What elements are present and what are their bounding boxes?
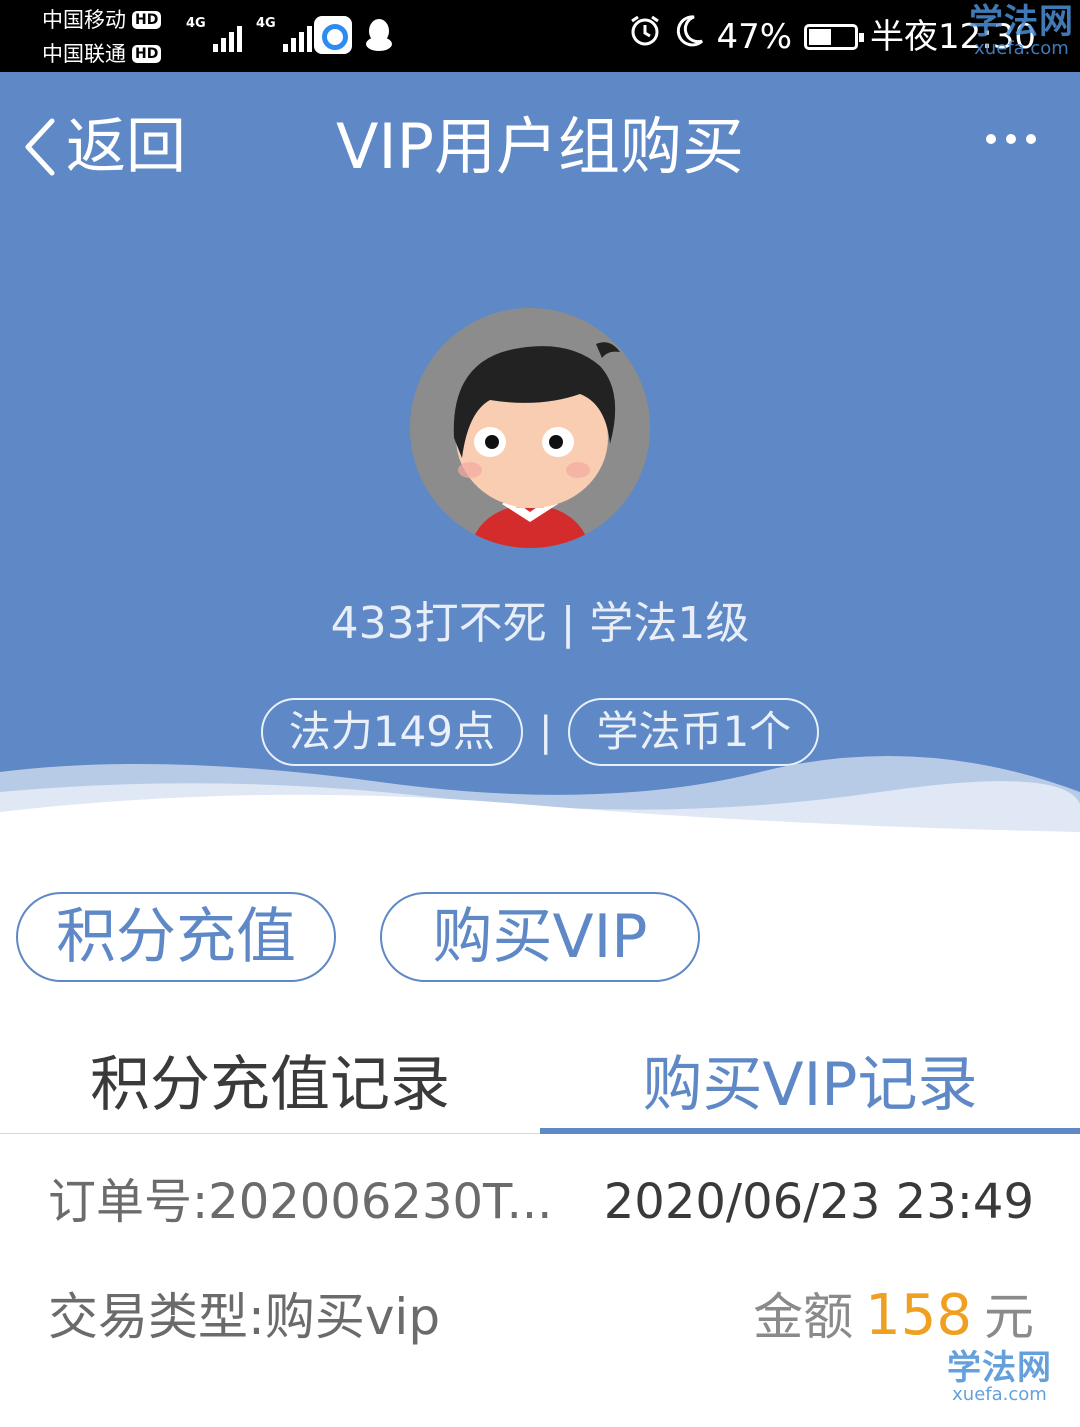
avatar[interactable] (410, 308, 650, 548)
amount: 金额 158 元 (753, 1284, 1034, 1349)
browser-app-icon (314, 16, 352, 54)
record-tabs: 积分充值记录 购买VIP记录 (0, 1040, 1080, 1134)
carrier-1-name: 中国移动 (42, 8, 126, 32)
battery-icon (804, 23, 865, 50)
hd-badge: HD (132, 11, 162, 29)
watermark-url: xuefa.com (952, 1384, 1047, 1405)
signal-icon: 4G (186, 14, 242, 52)
watermark-text: 学法网 (969, 2, 1074, 42)
watermark-text: 学法网 (947, 1348, 1052, 1388)
order-time: 2020/06/23 23:49 (603, 1174, 1034, 1230)
trade-type: 交易类型:购买vip (48, 1288, 441, 1346)
page-title: VIP用户组购买 (335, 110, 745, 183)
amount-value: 158 (865, 1283, 972, 1348)
signal-icon: 4G (256, 14, 312, 52)
carrier-2: 中国联通 HD (42, 42, 162, 66)
amount-unit: 元 (984, 1288, 1034, 1346)
network-type-label: 4G (256, 16, 276, 31)
alarm-icon (628, 14, 662, 59)
list-item[interactable]: 订单号:202006230T... 2020/06/23 23:49 交易类型:… (0, 1134, 1080, 1374)
status-bar: 中国移动 HD 中国联通 HD 4G 4G 47% 半夜12:30 (0, 0, 1080, 72)
tab-vip-records[interactable]: 购买VIP记录 (540, 1040, 1080, 1134)
user-name-level: 433打不死 | 学法1级 (330, 598, 750, 649)
order-number: 订单号:202006230T... (48, 1174, 553, 1230)
signal-group: 4G 4G (186, 14, 312, 52)
moon-icon (674, 14, 704, 59)
watermark-top: 学法网 xuefa.com (969, 4, 1074, 58)
carrier-1: 中国移动 HD (42, 8, 162, 32)
carrier-2-name: 中国联通 (42, 42, 126, 66)
watermark-url: xuefa.com (974, 38, 1069, 59)
network-type-label: 4G (186, 16, 206, 31)
nav-bar: 返回 VIP用户组购买 (0, 72, 1080, 222)
profile-header: 返回 VIP用户组购买 433打不死 | 学法1级 法力149点 | 学法币1个 (0, 72, 1080, 862)
more-icon[interactable] (986, 134, 1036, 144)
points-recharge-button[interactable]: 积分充值 (16, 892, 336, 982)
hd-badge: HD (132, 45, 162, 63)
watermark-bottom: 学法网 xuefa.com (947, 1350, 1052, 1404)
battery-percent: 47% (716, 16, 793, 57)
amount-label: 金额 (753, 1288, 854, 1346)
qq-icon (360, 16, 398, 54)
tab-recharge-records[interactable]: 积分充值记录 (0, 1040, 540, 1134)
wave-decoration (0, 756, 1080, 862)
buy-vip-button[interactable]: 购买VIP (380, 892, 700, 982)
